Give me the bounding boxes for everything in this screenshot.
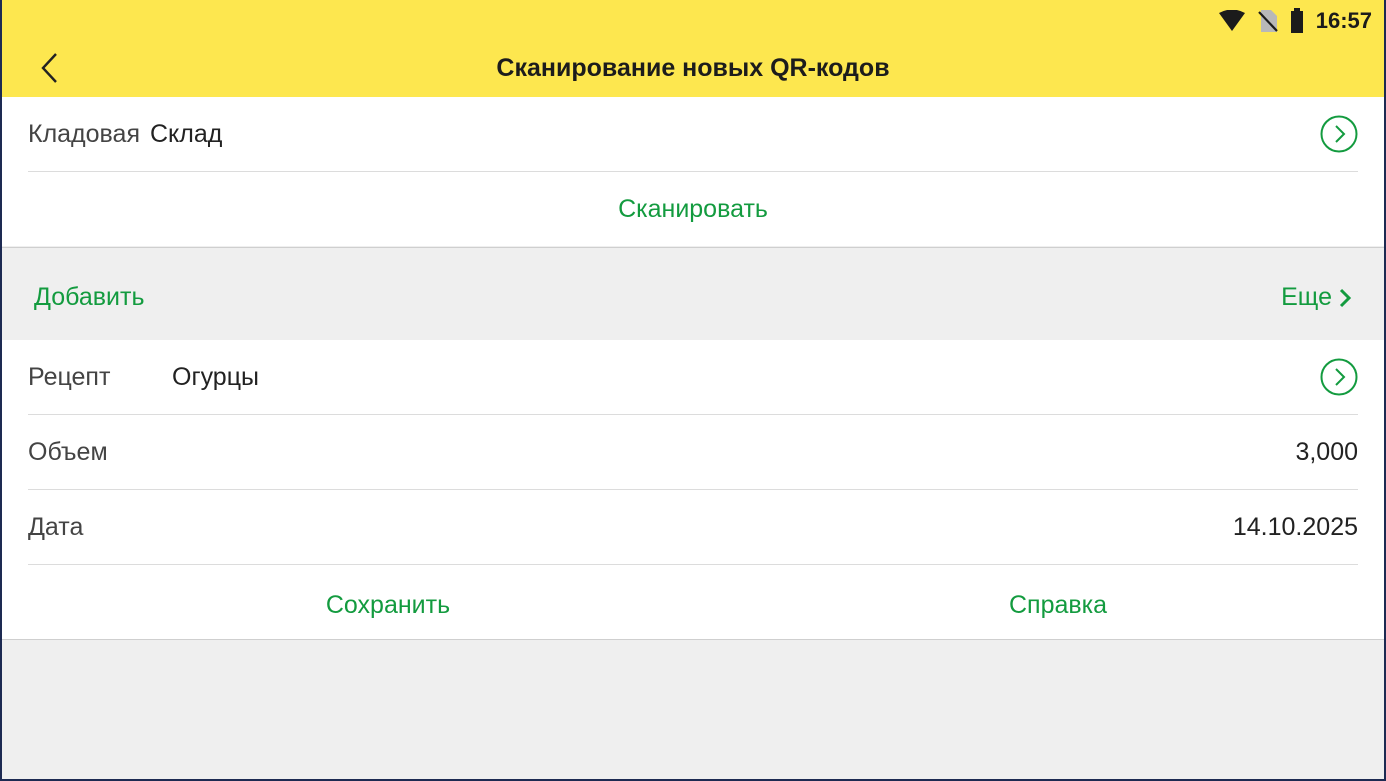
add-button[interactable]: Добавить	[34, 283, 145, 312]
recipe-label: Рецепт	[28, 362, 111, 391]
battery-icon	[1290, 8, 1303, 33]
date-value[interactable]: 14.10.2025	[1233, 513, 1358, 542]
status-time: 16:57	[1315, 8, 1372, 33]
open-recipe-icon[interactable]	[1320, 358, 1358, 396]
scan-button[interactable]: Сканировать	[2, 195, 1384, 224]
app-window: 16:57 Сканирование новых QR-кодов Кладов…	[0, 0, 1386, 781]
recipe-row[interactable]: Рецепт Огурцы	[28, 340, 1358, 415]
storage-label: Кладовая	[28, 119, 140, 148]
save-button[interactable]: Сохранить	[2, 591, 774, 620]
recipe-value: Огурцы	[172, 362, 259, 391]
more-button[interactable]: Еще	[1281, 283, 1352, 312]
wifi-icon	[1218, 10, 1245, 31]
chevron-right-icon	[1339, 288, 1352, 307]
app-bar: 16:57 Сканирование новых QR-кодов	[2, 0, 1384, 98]
storage-row[interactable]: Кладовая Склад	[28, 97, 1358, 172]
form-bottom-divider	[2, 639, 1384, 640]
volume-row[interactable]: Объем 3,000	[28, 415, 1358, 490]
page-title: Сканирование новых QR-кодов	[496, 54, 890, 82]
volume-label: Объем	[28, 437, 108, 466]
no-sim-icon	[1257, 10, 1278, 32]
help-button[interactable]: Справка	[774, 591, 1354, 620]
open-storage-icon[interactable]	[1320, 115, 1358, 153]
form-panel: Рецепт Огурцы Объем 3,000 Дата 14.10.202…	[2, 340, 1384, 639]
table-toolbar: Добавить Еще	[2, 247, 1384, 341]
status-bar: 16:57	[1218, 8, 1372, 34]
date-label: Дата	[28, 512, 84, 541]
storage-panel: Кладовая Склад Сканировать	[2, 97, 1384, 246]
storage-value: Склад	[150, 119, 223, 148]
volume-value[interactable]: 3,000	[1295, 438, 1358, 467]
date-row[interactable]: Дата 14.10.2025	[28, 490, 1358, 565]
more-label: Еще	[1281, 283, 1332, 311]
